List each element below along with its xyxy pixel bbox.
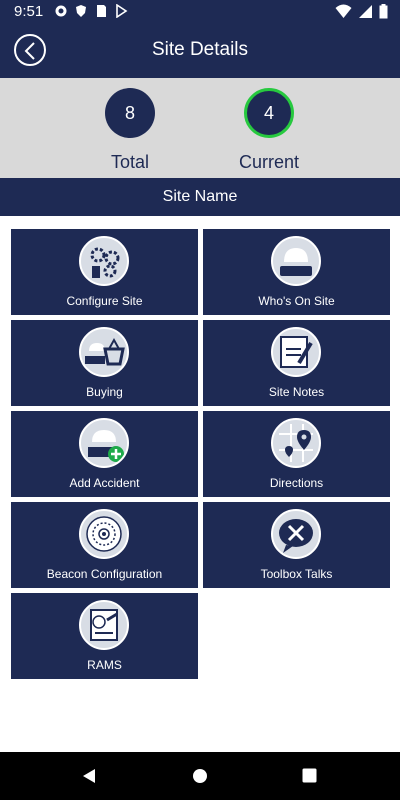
site-stats: 8 Total 4 Current xyxy=(0,78,400,178)
status-bar: 9:51 xyxy=(0,0,400,24)
signal-icon xyxy=(359,5,372,18)
total-stat: 8 Total xyxy=(80,88,180,173)
back-triangle-icon[interactable] xyxy=(82,768,96,784)
configure-site-tile[interactable]: Configure Site xyxy=(11,229,198,315)
site-notes-tile[interactable]: Site Notes xyxy=(203,320,390,406)
accident-add-icon xyxy=(79,418,129,468)
current-stat: 4 Current xyxy=(219,88,319,173)
recents-square-icon[interactable] xyxy=(302,768,317,783)
notes-icon xyxy=(271,327,321,377)
tile-label: RAMS xyxy=(87,658,122,672)
total-count: 8 xyxy=(105,88,155,138)
current-count: 4 xyxy=(244,88,294,138)
gear-icon xyxy=(55,5,67,17)
rams-tile[interactable]: RAMS xyxy=(11,593,198,679)
play-store-icon xyxy=(116,4,128,18)
battery-icon xyxy=(379,4,388,19)
whos-on-site-tile[interactable]: Who's On Site xyxy=(203,229,390,315)
wifi-icon xyxy=(335,4,352,18)
buying-tile[interactable]: Buying xyxy=(11,320,198,406)
tile-label: Beacon Configuration xyxy=(46,567,163,581)
settings-icon xyxy=(79,236,129,286)
directions-tile[interactable]: Directions xyxy=(203,411,390,497)
current-label: Current xyxy=(238,152,300,172)
status-time: 9:51 xyxy=(14,3,44,20)
total-label: Total xyxy=(110,152,150,172)
beacon-configuration-tile[interactable]: Beacon Configuration xyxy=(11,502,198,588)
site-name-banner: Site Name xyxy=(0,178,400,216)
shield-icon xyxy=(76,5,86,17)
tile-label: Who's On Site xyxy=(258,294,335,308)
tile-label: Buying xyxy=(86,385,123,399)
map-pin-icon xyxy=(271,418,321,468)
tile-label: Add Accident xyxy=(69,476,140,490)
tools-icon xyxy=(271,509,321,559)
toolbox-talks-tile[interactable]: Toolbox Talks xyxy=(203,502,390,588)
tile-label: Directions xyxy=(269,476,324,490)
add-accident-tile[interactable]: Add Accident xyxy=(11,411,198,497)
shopping-basket-icon xyxy=(79,327,129,377)
system-nav-bar xyxy=(0,752,400,800)
app-bar: Site Details xyxy=(0,24,400,78)
tile-label: Configure Site xyxy=(66,294,143,308)
home-circle-icon[interactable] xyxy=(192,768,208,784)
hard-hat-icon xyxy=(271,236,321,286)
tile-label: Site Notes xyxy=(268,385,325,399)
rams-doc-icon xyxy=(79,600,129,650)
beacon-icon xyxy=(79,509,129,559)
page-title: Site Details xyxy=(151,39,249,60)
sd-card-icon xyxy=(97,5,106,17)
tile-label: Toolbox Talks xyxy=(260,567,333,581)
